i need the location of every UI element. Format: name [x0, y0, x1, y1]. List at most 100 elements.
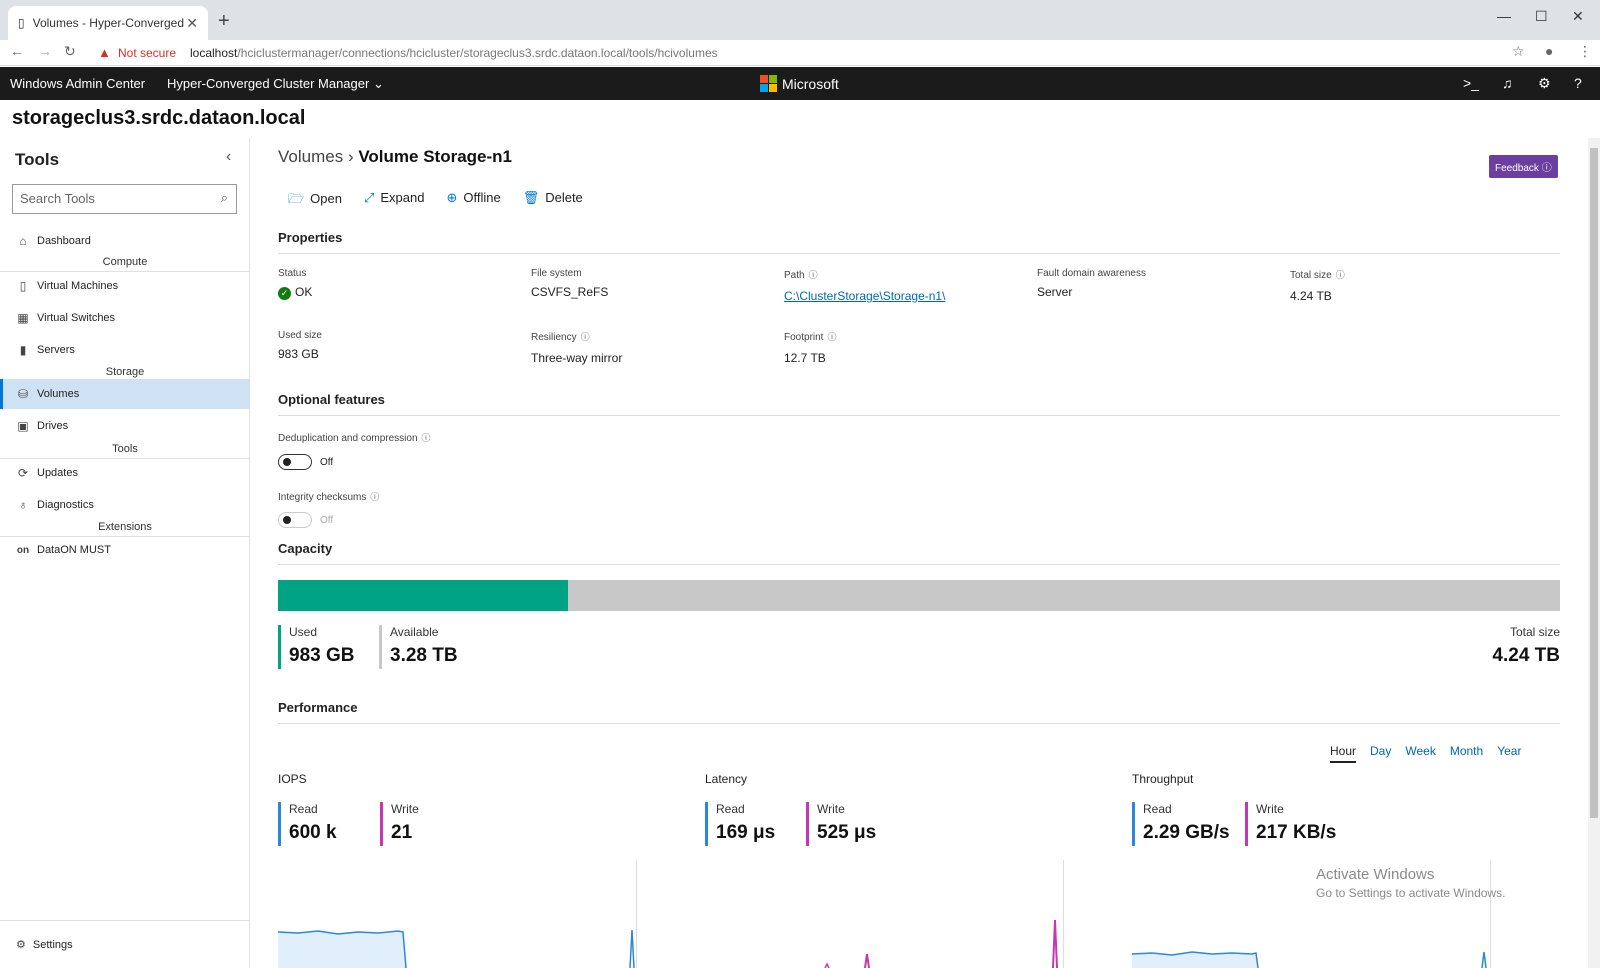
info-icon[interactable]: ⓘ	[809, 270, 818, 280]
search-placeholder: Search Tools	[20, 191, 95, 206]
prop-label: Footprint	[784, 332, 824, 343]
integrity-toggle[interactable]	[278, 512, 312, 528]
throughput-read-spike	[1481, 951, 1487, 968]
sidebar-item-updates[interactable]: ⟳ Updates	[0, 458, 250, 488]
stat-value: 169 μs	[716, 822, 776, 843]
expand-icon: ⤢	[363, 190, 375, 205]
delete-label: Delete	[545, 190, 583, 205]
sidebar-item-settings[interactable]: ⚙ Settings	[0, 920, 250, 968]
breadcrumb-volumes-link[interactable]: Volumes	[278, 147, 343, 166]
stat-label: Total size	[1509, 625, 1560, 639]
bookmark-star-icon[interactable]: ☆	[1512, 43, 1525, 60]
info-icon: ⓘ	[1541, 163, 1552, 174]
minimize-icon[interactable]: —	[1497, 8, 1511, 24]
watermark-subtitle: Go to Settings to activate Windows.	[1316, 886, 1506, 900]
sidebar-item-virtual-switches[interactable]: ▦ Virtual Switches	[0, 303, 250, 333]
address-bar: ← → ↻ ▲ Not secure localhost/hciclusterm…	[0, 40, 1600, 66]
expand-button[interactable]: ⤢ Expand	[364, 190, 425, 212]
range-tab-day[interactable]: Day	[1370, 744, 1391, 763]
tool-switcher[interactable]: Hyper-Converged Cluster Manager ⌄	[167, 76, 384, 92]
trash-icon: 🗑	[522, 190, 540, 205]
back-icon[interactable]: ←	[10, 43, 24, 59]
sidebar-item-dashboard[interactable]: ⌂ Dashboard	[0, 226, 250, 256]
throughput-title: Throughput	[1132, 772, 1194, 786]
notifications-bell-icon[interactable]: ♫	[1502, 75, 1513, 91]
info-icon[interactable]: ⓘ	[1336, 270, 1345, 280]
info-icon[interactable]: ⓘ	[422, 433, 431, 443]
switch-icon: ▦	[17, 311, 29, 325]
new-tab-button[interactable]: +	[218, 10, 230, 33]
iops-read-area	[278, 931, 406, 968]
sidebar-item-label: Virtual Machines	[37, 280, 119, 292]
path-link[interactable]: C:\ClusterStorage\Storage-n1\	[784, 289, 945, 303]
sidebar-item-volumes[interactable]: ⛁ Volumes	[0, 379, 250, 409]
range-tab-month[interactable]: Month	[1450, 744, 1483, 763]
help-icon[interactable]: ?	[1574, 75, 1582, 91]
prop-value: 12.7 TB	[784, 351, 826, 365]
prop-value: Server	[1037, 285, 1073, 299]
sidebar-item-drives[interactable]: ▣ Drives	[0, 411, 250, 441]
capacity-heading: Capacity	[278, 541, 1560, 565]
not-secure-label[interactable]: Not secure	[118, 46, 176, 60]
info-icon[interactable]: ⓘ	[370, 492, 379, 502]
feedback-button[interactable]: Feedback ⓘ	[1489, 155, 1558, 178]
dedup-toggle[interactable]	[278, 454, 312, 470]
sidebar-item-virtual-machines[interactable]: ▯ Virtual Machines	[0, 271, 250, 301]
browser-tabstrip: ▯ Volumes - Hyper-Converged Clu ✕ + — ☐ …	[0, 0, 1600, 40]
scrollbar-thumb[interactable]	[1590, 148, 1598, 818]
product-name[interactable]: Windows Admin Center	[10, 76, 145, 91]
capacity-total-stat: Total size 4.24 TB	[1492, 625, 1560, 667]
close-tab-icon[interactable]: ✕	[186, 15, 198, 32]
group-extensions: Extensions	[0, 521, 250, 537]
reload-icon[interactable]: ↻	[64, 43, 76, 60]
performance-heading: Performance	[278, 700, 1560, 724]
profile-icon[interactable]: ●	[1545, 43, 1553, 59]
server-icon: ▮	[19, 343, 27, 357]
stat-value: 983 GB	[289, 645, 355, 666]
tools-heading: Tools	[15, 150, 60, 169]
sidebar-item-label: Dashboard	[37, 235, 91, 247]
stat-value: 600 k	[289, 822, 337, 843]
delete-button[interactable]: 🗑 Delete	[523, 190, 583, 212]
check-circle-icon: ✓	[278, 287, 291, 300]
sidebar-item-dataon-must[interactable]: on DataON MUST	[0, 535, 250, 565]
browser-tab[interactable]: ▯ Volumes - Hyper-Converged Clu ✕	[8, 6, 208, 40]
latency-write-spike	[864, 953, 870, 968]
open-button[interactable]: 🗁 Open	[288, 190, 342, 212]
sidebar-item-diagnostics[interactable]: ♁ Diagnostics	[0, 490, 250, 520]
forward-icon[interactable]: →	[38, 43, 52, 59]
throughput-read-stat: Read 2.29 GB/s	[1132, 802, 1230, 846]
volume-icon: ⛁	[17, 387, 29, 401]
range-tab-hour[interactable]: Hour	[1330, 744, 1357, 763]
time-range-tabs: Hour Day Week Month Year	[1330, 744, 1521, 763]
sidebar-item-label: DataON MUST	[37, 544, 111, 556]
activate-windows-watermark: Activate Windows Go to Settings to activ…	[1316, 866, 1505, 900]
status-text: OK	[295, 285, 313, 299]
url-input[interactable]: localhost/hciclustermanager/connections/…	[190, 46, 718, 60]
url-path: /hciclustermanager/connections/hcicluste…	[237, 46, 718, 60]
stat-label: Used	[289, 625, 318, 639]
range-tab-year[interactable]: Year	[1497, 744, 1521, 763]
prop-value: 983 GB	[278, 347, 319, 361]
powershell-icon[interactable]: >_	[1463, 75, 1479, 91]
optional-features-heading: Optional features	[278, 392, 1560, 416]
stat-label: Read	[1143, 802, 1172, 816]
info-icon[interactable]: ⓘ	[827, 332, 836, 342]
offline-button[interactable]: ⊕ Offline	[446, 190, 500, 212]
gear-icon[interactable]: ⚙	[1538, 75, 1551, 92]
status-value: ✓ OK	[278, 285, 312, 300]
info-icon[interactable]: ⓘ	[581, 332, 590, 342]
maximize-icon[interactable]: ☐	[1535, 8, 1548, 25]
stat-value: 4.24 TB	[1492, 645, 1560, 666]
latency-write-stat: Write 525 μs	[806, 802, 876, 846]
sidebar-item-servers[interactable]: ▮ Servers	[0, 335, 250, 365]
search-input[interactable]: Search Tools ⌕	[12, 184, 237, 214]
collapse-sidebar-icon[interactable]: ‹	[226, 148, 231, 166]
range-tab-week[interactable]: Week	[1405, 744, 1435, 763]
main-scrollbar[interactable]	[1588, 138, 1600, 968]
close-window-icon[interactable]: ✕	[1572, 8, 1584, 25]
app-header: Windows Admin Center Hyper-Converged Clu…	[0, 67, 1600, 100]
open-label: Open	[310, 191, 342, 206]
home-icon: ⌂	[19, 234, 27, 248]
browser-menu-icon[interactable]: ⋮	[1578, 43, 1592, 60]
